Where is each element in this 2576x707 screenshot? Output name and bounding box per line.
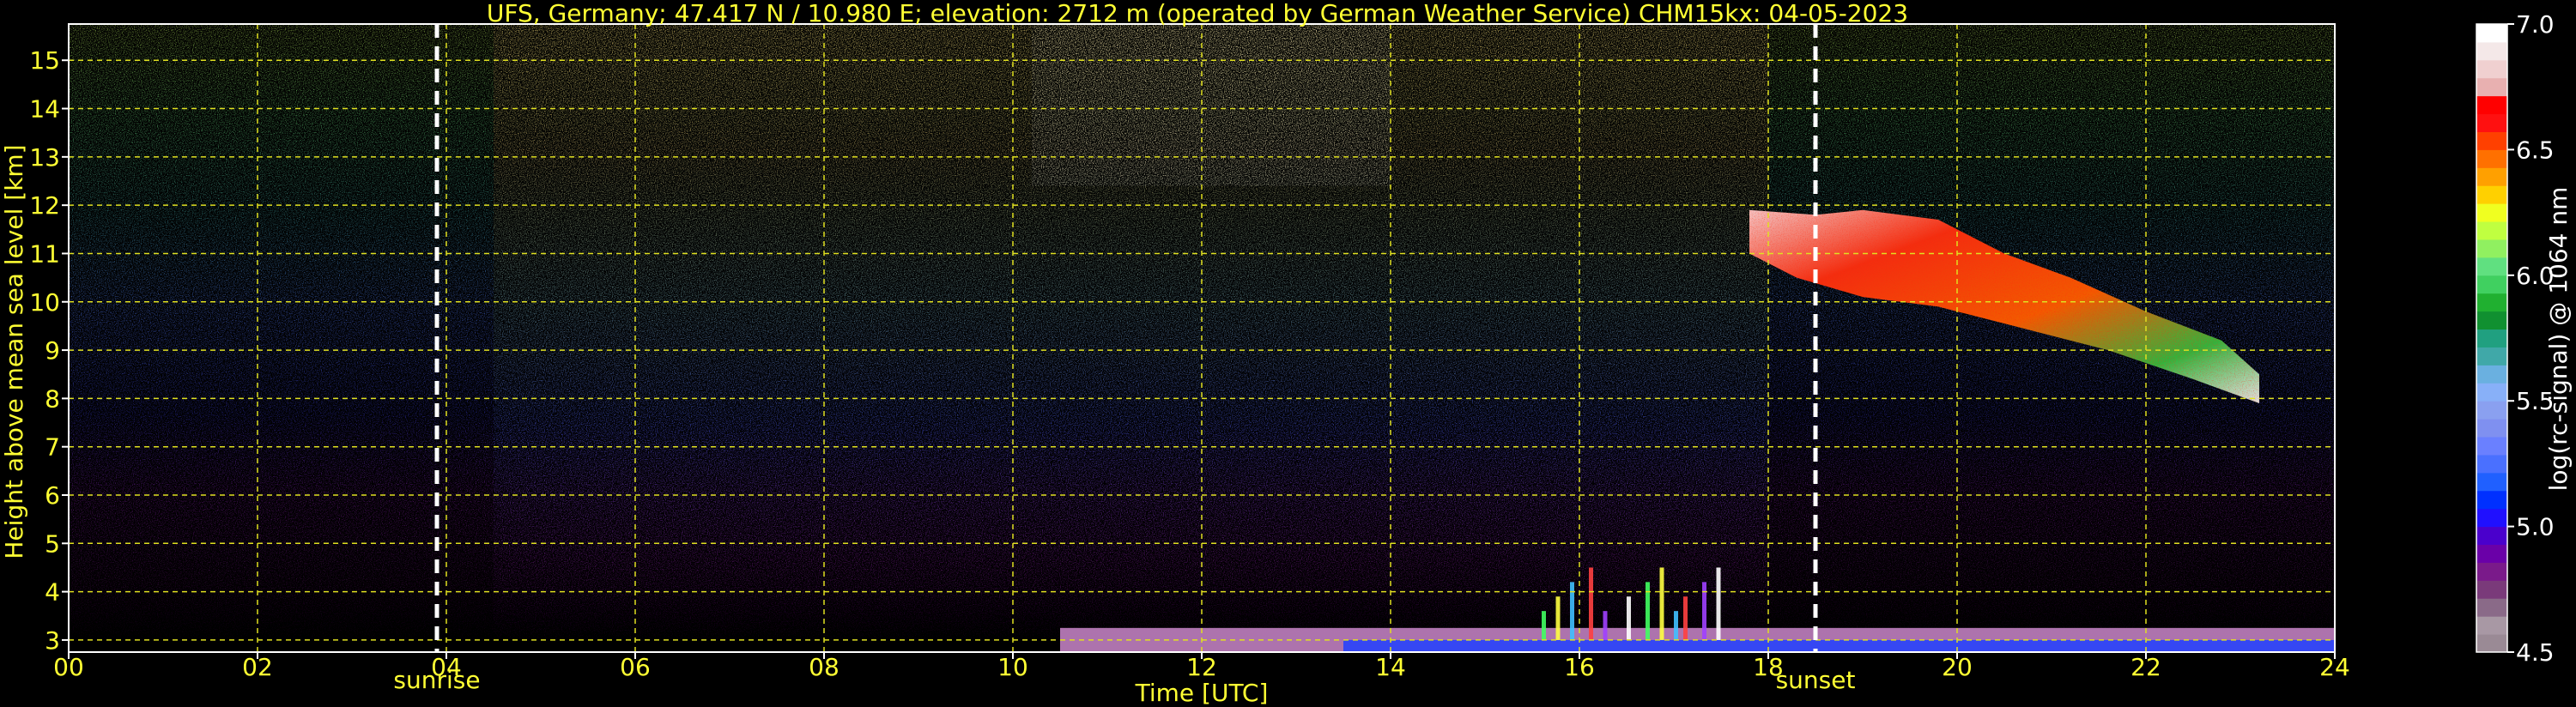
- convective-spike: [1646, 582, 1650, 640]
- x-tick-label: 12: [1186, 653, 1217, 681]
- colorbar-tick-label: 6.5: [2516, 136, 2555, 164]
- convective-spike: [1627, 596, 1631, 640]
- colorbar-segment: [2476, 221, 2507, 240]
- colorbar-segment: [2476, 526, 2507, 546]
- convective-spike: [1716, 567, 1721, 640]
- colorbar-segment: [2476, 508, 2507, 528]
- x-tick-label: 08: [809, 653, 839, 681]
- x-tick-label: 10: [997, 653, 1028, 681]
- y-tick-label: 6: [45, 481, 60, 510]
- x-tick-label: 04: [431, 653, 462, 681]
- y-tick-label: 9: [45, 336, 60, 365]
- x-tick-label: 02: [242, 653, 273, 681]
- x-tick-label: 00: [53, 653, 84, 681]
- boundary-layer-base: [1343, 639, 2335, 652]
- colorbar-segment: [2476, 95, 2507, 115]
- x-axis-label: Time [UTC]: [1135, 679, 1269, 707]
- x-tick-label: 06: [620, 653, 651, 681]
- colorbar-tick-label: 4.5: [2516, 638, 2555, 667]
- colorbar-segment: [2476, 77, 2507, 97]
- colorbar-tick-label: 7.0: [2516, 10, 2555, 39]
- colorbar-segment: [2476, 185, 2507, 204]
- chart-title: UFS, Germany; 47.417 N / 10.980 E; eleva…: [487, 0, 1908, 27]
- convective-spike: [1589, 567, 1593, 640]
- colorbar-segment: [2476, 293, 2507, 312]
- colorbar-segment: [2476, 149, 2507, 168]
- colorbar-segment: [2476, 275, 2507, 294]
- convective-spike: [1702, 582, 1706, 640]
- colorbar-segment: [2476, 113, 2507, 132]
- y-tick-label: 7: [45, 433, 60, 462]
- y-tick-label: 10: [29, 288, 60, 317]
- colorbar-segment: [2476, 239, 2507, 258]
- y-tick-label: 5: [45, 529, 60, 558]
- y-tick-label: 15: [29, 46, 60, 75]
- x-tick-label: 14: [1375, 653, 1406, 681]
- convective-spike: [1659, 567, 1664, 640]
- convective-spike: [1674, 611, 1678, 640]
- ceilometer-chart: sunrise sunset 00 02 04 06 08 10 12 14 16 18 20 22 24…: [0, 0, 2573, 707]
- y-tick-label: 8: [45, 384, 60, 413]
- daytime-bright-noise: [1032, 24, 1391, 186]
- colorbar-segment: [2476, 454, 2507, 474]
- y-tick-label: 4: [45, 578, 60, 607]
- colorbar-segment: [2476, 580, 2507, 599]
- x-tick-label: 16: [1564, 653, 1595, 681]
- y-tick-label: 3: [45, 626, 60, 655]
- x-tick-label: 18: [1753, 653, 1784, 681]
- colorbar-segment: [2476, 131, 2507, 150]
- convective-spike: [1683, 596, 1688, 640]
- colorbar-segment: [2476, 257, 2507, 276]
- colorbar-segment: [2476, 329, 2507, 347]
- x-tick-label: 20: [1942, 653, 1973, 681]
- colorbar-label: log(rc-signal) @ 1064 nm: [2544, 187, 2573, 492]
- colorbar-tick-label: 5.0: [2516, 513, 2555, 541]
- sunset-label: sunset: [1776, 666, 1856, 694]
- colorbar-segment: [2476, 562, 2507, 581]
- colorbar-segment: [2476, 41, 2507, 61]
- colorbar-segment: [2476, 167, 2507, 186]
- colorbar-segment: [2476, 490, 2507, 510]
- colorbar-segment: [2476, 24, 2507, 43]
- colorbar-segment: [2476, 419, 2507, 438]
- colorbar-segment: [2476, 634, 2507, 653]
- x-tick-label: 24: [2319, 653, 2350, 681]
- convective-spike: [1570, 582, 1574, 640]
- colorbar-segment: [2476, 311, 2507, 330]
- colorbar-segment: [2476, 203, 2507, 222]
- colorbar-segment: [2476, 401, 2507, 420]
- y-tick-label: 13: [29, 143, 60, 172]
- y-axis-label: Height above mean sea level [km]: [0, 144, 28, 559]
- colorbar-segment: [2476, 616, 2507, 635]
- colorbar-segment: [2476, 472, 2507, 492]
- convective-spike: [1603, 611, 1608, 640]
- colorbar-segment: [2476, 437, 2507, 456]
- colorbar-segment: [2476, 544, 2507, 563]
- colorbar-segment: [2476, 59, 2507, 79]
- colorbar-segment: [2476, 598, 2507, 617]
- x-tick-label: 22: [2131, 653, 2161, 681]
- colorbar-segment: [2476, 365, 2507, 384]
- y-tick-label: 14: [29, 95, 60, 124]
- convective-spike: [1555, 596, 1561, 640]
- colorbar-segment: [2476, 347, 2507, 366]
- y-tick-label: 12: [29, 191, 60, 220]
- convective-spike: [1542, 611, 1546, 640]
- colorbar-segment: [2476, 383, 2507, 402]
- y-tick-label: 11: [29, 239, 60, 268]
